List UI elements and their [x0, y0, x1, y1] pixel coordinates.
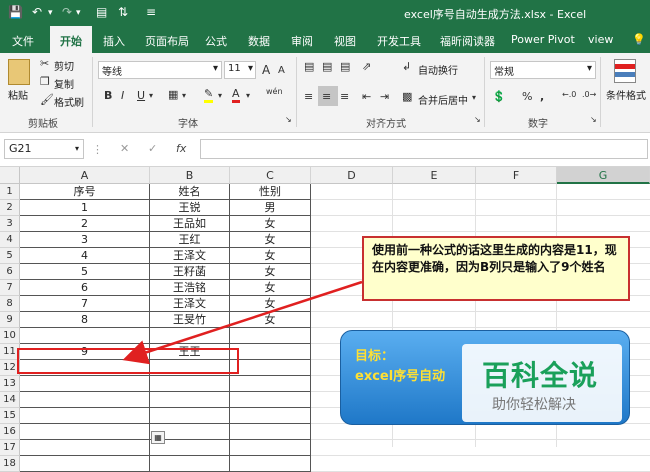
table-cell[interactable] — [150, 456, 230, 472]
callout-arrow — [122, 280, 363, 365]
gridline — [311, 455, 650, 456]
row-header[interactable]: 18 — [0, 456, 20, 472]
table-cell[interactable] — [20, 456, 150, 472]
table-cell[interactable] — [230, 456, 311, 472]
